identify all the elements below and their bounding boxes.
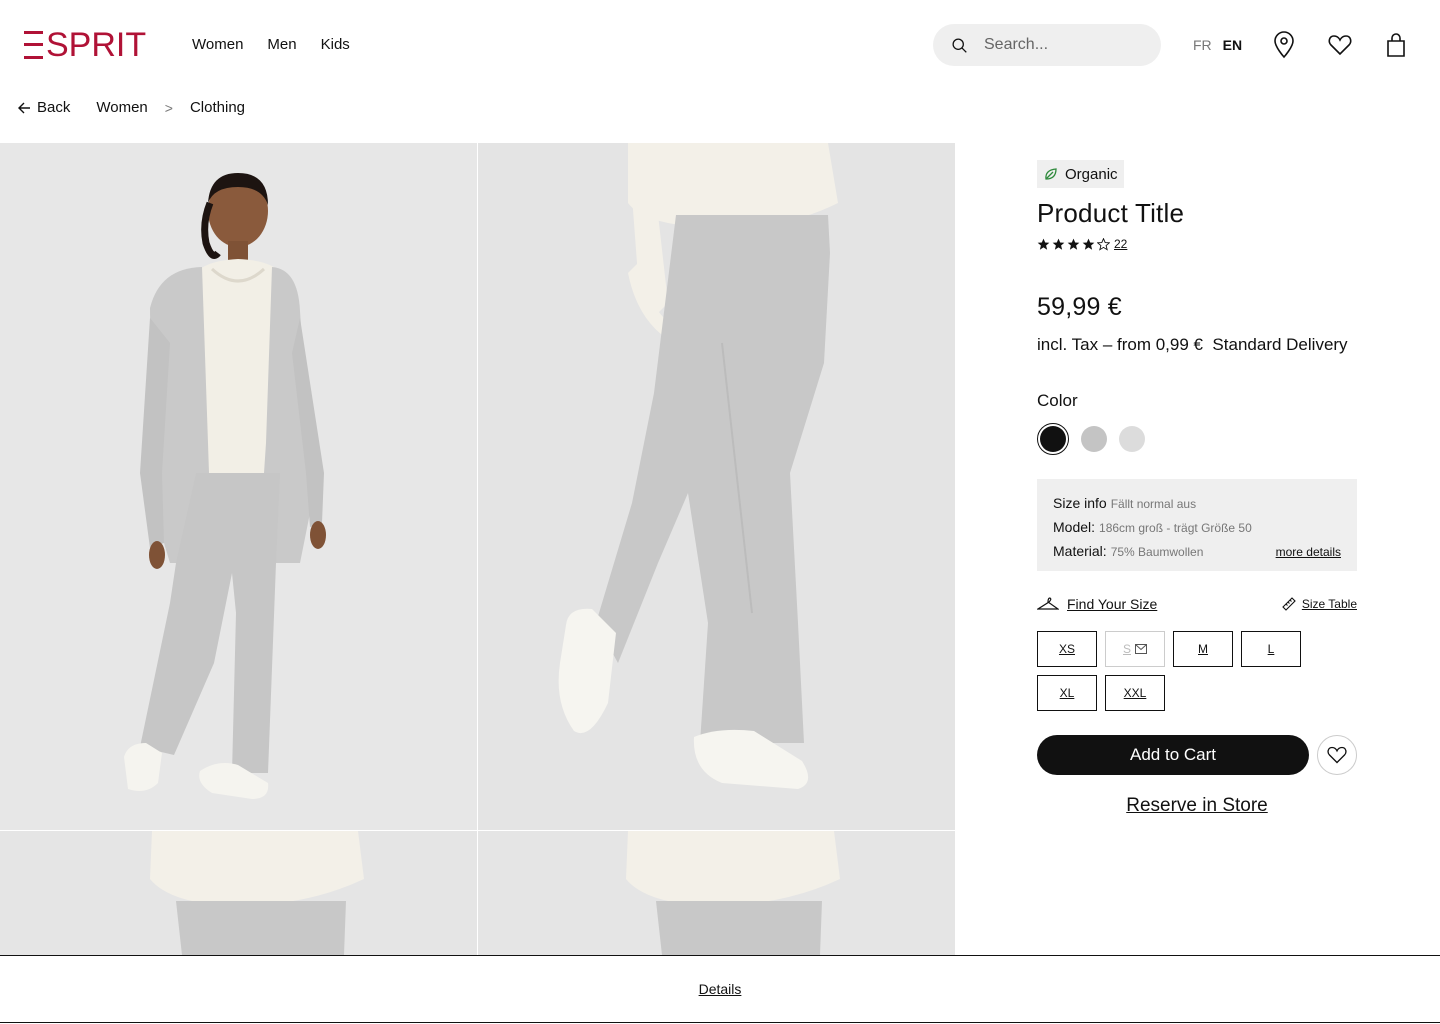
organic-badge: Organic	[1037, 160, 1124, 188]
color-label: Color	[1037, 391, 1078, 410]
size-s-label: S	[1122, 642, 1131, 656]
star-filled-icon	[1037, 238, 1050, 250]
wishlist-icon[interactable]	[1327, 31, 1353, 59]
star-filled-icon	[1052, 238, 1065, 250]
size-xxl[interactable]: XXL	[1105, 675, 1165, 711]
size-s-unavailable[interactable]: S	[1105, 631, 1165, 667]
size-xl[interactable]: XL	[1037, 675, 1097, 711]
size-xs[interactable]: XS	[1037, 631, 1097, 667]
tax-delivery-info: incl. Tax – from 0,99 € Standard Deliver…	[1037, 335, 1348, 354]
language-switch: FR EN	[1193, 37, 1242, 53]
size-info-box: Size info Fällt normal aus Model: 186cm …	[1037, 479, 1357, 571]
size-selector: XS S M L XL XXL	[1037, 631, 1307, 711]
star-filled-icon	[1067, 238, 1080, 250]
breadcrumb: Back Women > Clothing	[18, 99, 245, 116]
size-tools: Find Your Size Size Table	[1037, 596, 1357, 612]
bag-icon[interactable]	[1383, 31, 1409, 59]
search-bar[interactable]	[933, 24, 1161, 66]
find-your-size-link[interactable]: Find Your Size	[1037, 596, 1157, 612]
main-nav: Women Men Kids	[192, 36, 350, 53]
heart-icon	[1327, 746, 1347, 764]
size-info-fit: Fällt normal aus	[1110, 497, 1197, 511]
product-image-waist-detail-1[interactable]	[0, 831, 477, 955]
breadcrumb-separator: >	[164, 99, 173, 116]
color-swatch-black[interactable]	[1037, 423, 1069, 455]
more-details-link[interactable]: more details	[1276, 545, 1341, 559]
product-info-panel: Organic Product Title 22 59,99 € incl. T…	[1037, 160, 1357, 817]
search-input[interactable]	[984, 36, 1134, 54]
site-header: SPRIT Women Men Kids FR EN	[0, 0, 1440, 90]
nav-women[interactable]: Women	[192, 36, 243, 53]
size-m[interactable]: M	[1173, 631, 1233, 667]
product-gallery	[0, 143, 955, 955]
product-image-trousers-detail[interactable]	[478, 143, 955, 830]
back-label: Back	[37, 99, 71, 116]
model-label: Model:	[1053, 519, 1096, 535]
store-locator-icon[interactable]	[1271, 31, 1297, 59]
product-image-full-outfit[interactable]	[0, 143, 477, 830]
product-title: Product Title	[1037, 198, 1185, 228]
size-info-label: Size info	[1053, 495, 1107, 511]
size-table-link[interactable]: Size Table	[1282, 597, 1357, 611]
color-swatch-light-grey[interactable]	[1119, 426, 1145, 452]
color-swatch-grey[interactable]	[1081, 426, 1107, 452]
reserve-in-store-link[interactable]: Reserve in Store	[1037, 795, 1357, 817]
review-count[interactable]: 22	[1114, 237, 1127, 251]
model-value: 186cm groß - trägt Größe 50	[1099, 521, 1252, 535]
product-image-waist-detail-2[interactable]	[478, 831, 955, 955]
price: 59,99 €	[1037, 293, 1122, 321]
add-to-cart-button[interactable]: Add to Cart	[1037, 735, 1309, 775]
find-your-size-label: Find Your Size	[1067, 596, 1158, 612]
rating[interactable]: 22	[1037, 237, 1357, 251]
material-label: Material:	[1053, 543, 1107, 559]
ruler-icon	[1282, 597, 1296, 611]
breadcrumb-women[interactable]: Women	[96, 99, 147, 116]
hanger-icon	[1037, 597, 1059, 610]
badge-label: Organic	[1065, 165, 1118, 183]
size-l[interactable]: L	[1241, 631, 1301, 667]
nav-men[interactable]: Men	[267, 36, 296, 53]
lang-fr[interactable]: FR	[1193, 37, 1212, 53]
arrow-left-icon	[18, 102, 30, 113]
back-link[interactable]: Back	[18, 99, 70, 116]
leaf-icon	[1045, 168, 1057, 180]
cart-actions: Add to Cart	[1037, 735, 1357, 775]
star-empty-icon	[1097, 237, 1110, 251]
add-to-wishlist-button[interactable]	[1317, 735, 1357, 775]
material-value: 75% Baumwollen	[1110, 545, 1204, 559]
star-filled-icon	[1082, 238, 1095, 250]
esprit-logo[interactable]: SPRIT	[24, 28, 146, 62]
details-link[interactable]: Details	[699, 981, 742, 997]
details-bar[interactable]: Details	[0, 955, 1440, 1023]
logo-text: SPRIT	[46, 26, 147, 64]
nav-kids[interactable]: Kids	[321, 36, 350, 53]
mail-notify-icon	[1135, 644, 1147, 654]
logo-e-mark	[24, 31, 44, 59]
breadcrumb-clothing[interactable]: Clothing	[190, 99, 245, 116]
color-swatches	[1037, 423, 1357, 455]
size-table-label: Size Table	[1301, 597, 1357, 611]
lang-en[interactable]: EN	[1223, 37, 1242, 53]
search-icon	[952, 37, 967, 53]
